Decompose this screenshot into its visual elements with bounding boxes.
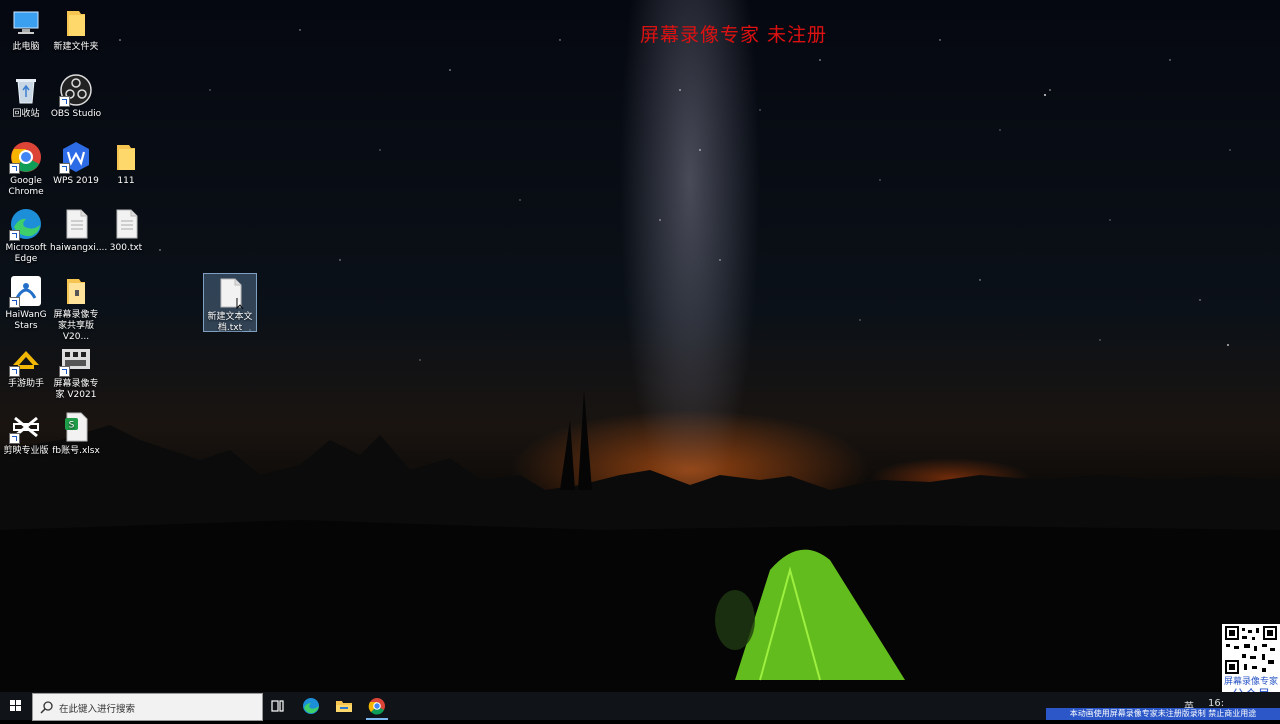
desktop-icon-google-chrome[interactable]: Google Chrome [0, 140, 52, 198]
shortcut-arrow-icon [9, 366, 20, 377]
file-explorer-icon [336, 701, 352, 712]
desktop-icon-game-assistant[interactable]: 手游助手 [0, 343, 52, 390]
mountain-silhouette [0, 390, 1280, 692]
icon-label: 此电脑 [12, 42, 40, 52]
document-icon [213, 276, 247, 310]
desktop-icon-obs-studio[interactable]: OBS Studio [50, 73, 102, 120]
search-placeholder: 在此键入进行搜索 [59, 704, 136, 715]
icon-label: 新建文本文档.txt [207, 312, 253, 333]
icon-label: fb账号.xlsx [52, 446, 100, 456]
zip-folder-icon [59, 274, 93, 308]
icon-label: 111 [117, 176, 135, 186]
taskbar-chrome-button[interactable] [367, 696, 387, 716]
chrome-icon [368, 698, 385, 715]
desktop-icon-recorder-shared-version[interactable]: 屏幕录像专家共享版 V20... [50, 274, 102, 343]
icon-label: 剪映专业版 [3, 446, 49, 456]
taskbar-file-explorer-button[interactable] [334, 696, 354, 716]
computer-icon [9, 6, 43, 40]
desktop-icon-capcut[interactable]: 剪映专业版 [0, 410, 52, 457]
windows-logo-icon [10, 700, 21, 711]
icon-label: 新建文件夹 [53, 42, 99, 52]
desktop-wallpaper [0, 0, 1280, 692]
recorder-watermark: 屏幕录像专家 未注册 [640, 24, 828, 46]
icon-label: 回收站 [12, 109, 40, 119]
shortcut-arrow-icon [59, 366, 70, 377]
recycle-bin-icon [9, 73, 43, 107]
icon-label: 屏幕录像专家 V2021 [53, 379, 99, 400]
haiwang-stars-icon [9, 274, 43, 308]
icon-label: 手游助手 [7, 379, 44, 389]
icon-label: OBS Studio [50, 109, 102, 119]
icon-label: HaiWanG Stars [5, 310, 47, 331]
icon-label: haiwangxi.... [50, 243, 108, 253]
shortcut-arrow-icon [9, 297, 20, 308]
shortcut-arrow-icon [9, 433, 20, 444]
task-view-icon [271, 700, 284, 712]
qr-code-icon [1225, 626, 1277, 674]
capcut-icon [9, 410, 43, 444]
spreadsheet-icon: S [59, 410, 93, 444]
desktop-icon-new-folder[interactable]: 新建文件夹 [50, 6, 102, 53]
wps-icon [59, 140, 93, 174]
chrome-icon [9, 140, 43, 174]
desktop-icon-wps-2019[interactable]: WPS 2019 [50, 140, 102, 187]
desktop-icon-microsoft-edge[interactable]: Microsoft Edge [0, 207, 52, 265]
icon-label: WPS 2019 [53, 176, 99, 186]
screen-recorder-icon [59, 343, 93, 377]
search-icon [40, 701, 53, 714]
game-assistant-icon [9, 343, 43, 377]
desktop-icon-new-text-document[interactable]: 新建文本文档.txt [203, 273, 257, 333]
taskbar-edge-button[interactable] [301, 696, 321, 716]
desktop-icon-haiwangxi-file[interactable]: haiwangxi.... [50, 207, 108, 254]
taskbar-search-box[interactable]: 在此键入进行搜索 [32, 693, 263, 721]
icon-label: Google Chrome [8, 176, 44, 197]
desktop-icon-this-pc[interactable]: 此电脑 [0, 6, 52, 53]
obs-icon [59, 73, 93, 107]
start-button[interactable] [0, 692, 32, 720]
desktop-icon-fb-account-xlsx[interactable]: S fb账号.xlsx [50, 410, 102, 457]
folder-icon [109, 140, 143, 174]
document-icon [109, 207, 143, 241]
desktop-icon-folder-111[interactable]: 111 [100, 140, 152, 187]
shortcut-arrow-icon [9, 230, 20, 241]
desktop-icon-recycle-bin[interactable]: 回收站 [0, 73, 52, 120]
shortcut-arrow-icon [59, 163, 70, 174]
qr-caption: 屏幕录像专家 [1223, 677, 1278, 687]
shortcut-arrow-icon [9, 163, 20, 174]
folder-icon [59, 6, 93, 40]
task-view-button[interactable] [268, 696, 288, 716]
shortcut-arrow-icon [59, 96, 70, 107]
unregistered-recording-banner: 本动画使用屏幕录像专家未注册版录制 禁止商业用途 [1046, 708, 1280, 720]
icon-label: 屏幕录像专家共享版 V20... [53, 310, 99, 342]
desktop-icon-recorder-v2021[interactable]: 屏幕录像专家 V2021 [50, 343, 102, 401]
edge-icon [9, 207, 43, 241]
document-icon [59, 207, 93, 241]
icon-label: Microsoft Edge [5, 243, 47, 264]
svg-text:S: S [69, 421, 75, 431]
desktop-icon-300-txt[interactable]: 300.txt [100, 207, 152, 254]
edge-icon [303, 698, 319, 714]
desktop-icon-haiwang-stars[interactable]: HaiWanG Stars [0, 274, 52, 332]
icon-label: 300.txt [109, 243, 143, 253]
